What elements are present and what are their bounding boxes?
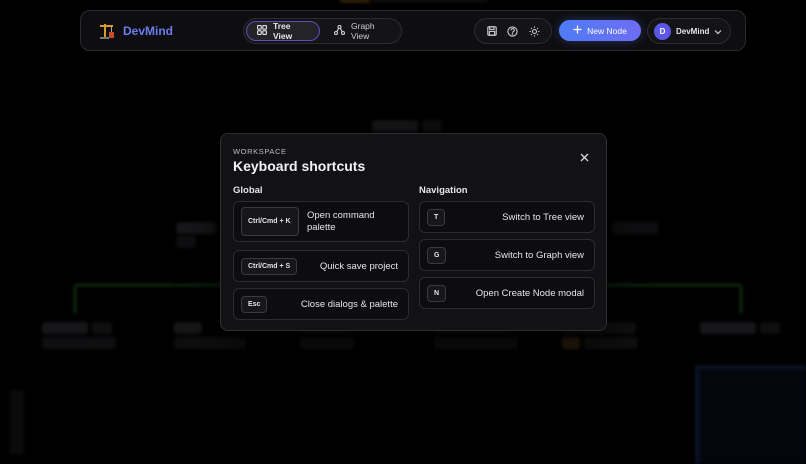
modal-eyebrow: WORKSPACE [233, 147, 287, 156]
shortcut-row: G Switch to Graph view [419, 239, 595, 271]
chevron-down-icon [714, 22, 722, 40]
tree-view-button[interactable]: Tree View [246, 21, 320, 41]
shortcut-description: Open Create Node modal [475, 287, 584, 299]
background-node [300, 337, 354, 349]
background-node [422, 120, 442, 132]
shortcut-key: G [427, 246, 447, 264]
side-toolbar [10, 390, 24, 454]
shortcut-description: Open command palette [307, 209, 375, 233]
shortcut-description: Quick save project [319, 260, 398, 272]
global-section-title: Global [233, 185, 263, 196]
shortcut-key: Ctrl/Cmd + K [241, 207, 299, 236]
background-node [42, 337, 116, 349]
shortcut-row: Ctrl/Cmd + K Open command palette [233, 201, 409, 242]
shortcut-row: Ctrl/Cmd + S Quick save project [233, 250, 409, 282]
background-strip [340, 0, 370, 2]
background-node [174, 322, 202, 334]
background-node [42, 322, 88, 334]
graph-view-label: Graph View [351, 21, 375, 41]
background-node [434, 337, 518, 349]
shortcut-key: Ctrl/Cmd + S [241, 257, 298, 275]
shortcut-row: N Open Create Node modal [419, 277, 595, 309]
background-node [174, 337, 246, 349]
background-node [176, 236, 196, 248]
plus-icon [573, 25, 582, 36]
minimap-panel [696, 366, 806, 464]
modal-title: Keyboard shortcuts [233, 158, 366, 174]
background-node [562, 337, 580, 349]
grid-icon [257, 25, 267, 37]
app-header: DevMind Tree View Graph View New Node D … [80, 10, 746, 51]
graph-view-button[interactable]: Graph View [324, 21, 400, 41]
background-node [372, 120, 418, 132]
close-icon[interactable] [578, 151, 590, 163]
shortcut-description: Switch to Graph view [494, 249, 584, 261]
view-switcher: Tree View Graph View [243, 18, 402, 44]
background-node [612, 222, 658, 234]
user-name: DevMind [676, 26, 710, 36]
user-menu[interactable]: D DevMind [647, 18, 731, 44]
new-node-label: New Node [587, 25, 627, 36]
background-node [92, 322, 112, 334]
background-strip [372, 0, 488, 2]
shortcut-key: T [427, 208, 446, 226]
shortcut-key: N [427, 284, 447, 302]
sun-icon[interactable] [526, 23, 542, 39]
header-icon-group [474, 18, 552, 44]
avatar: D [654, 22, 671, 40]
background-node [700, 322, 756, 334]
graph-nodes-icon [333, 24, 346, 37]
shortcut-row: Esc Close dialogs & palette [233, 288, 409, 320]
brand-name: DevMind [123, 24, 174, 38]
keyboard-shortcuts-modal: WORKSPACE Keyboard shortcuts Global Navi… [220, 133, 607, 331]
crane-logo-icon [98, 22, 116, 40]
shortcut-description: Close dialogs & palette [300, 298, 398, 310]
background-node [176, 222, 216, 234]
navigation-section-title: Navigation [419, 185, 468, 196]
shortcut-row: T Switch to Tree view [419, 201, 595, 233]
shortcut-description: Switch to Tree view [502, 211, 584, 223]
shortcut-key: Esc [241, 295, 268, 313]
background-node [584, 337, 638, 349]
save-icon[interactable] [484, 23, 500, 39]
background-node [760, 322, 780, 334]
help-icon[interactable] [505, 23, 521, 39]
tree-view-label: Tree View [273, 21, 293, 41]
new-node-button[interactable]: New Node [559, 20, 641, 41]
